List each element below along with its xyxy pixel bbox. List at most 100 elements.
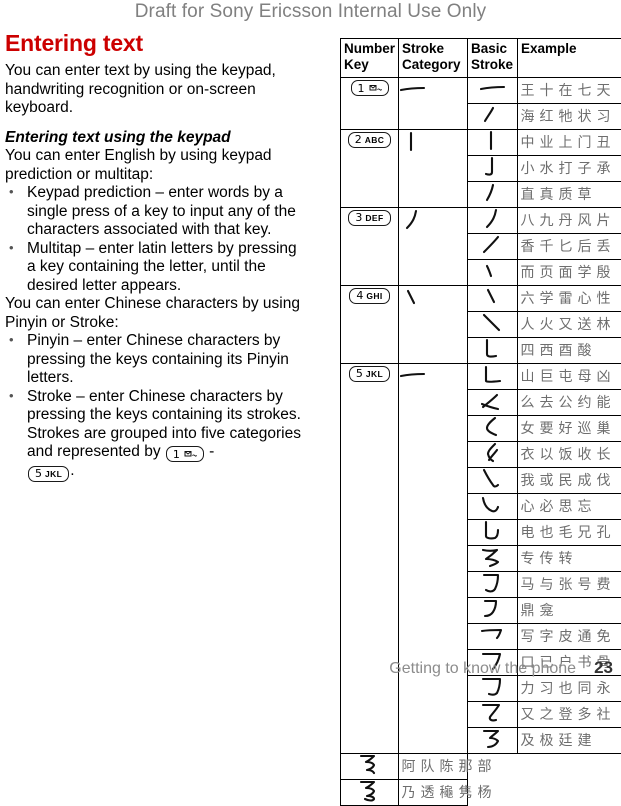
basic-stroke-glyph — [479, 676, 507, 698]
example-character: 性 — [594, 289, 613, 309]
example-character: 与 — [537, 575, 556, 595]
example-character: 丢 — [594, 237, 613, 257]
basic-stroke-glyph — [479, 390, 507, 412]
example-character: 真 — [537, 185, 556, 205]
example-character: 阿 — [399, 757, 418, 777]
keycap-1[interactable]: 1 — [351, 80, 389, 96]
example-character: 巡 — [575, 419, 594, 439]
example-character: 牠 — [556, 107, 575, 127]
example-character: 红 — [537, 107, 556, 127]
cell-basic-stroke — [468, 182, 518, 208]
example-character: 张 — [556, 575, 575, 595]
basic-stroke-glyph — [479, 130, 507, 152]
example-character: 毛 — [556, 523, 575, 543]
cell-number-key: 5JKL — [341, 364, 399, 754]
example-character: 及 — [518, 731, 537, 751]
footer-chapter-name: Getting to know the phone — [389, 660, 576, 677]
stroke-bullet-text-after: . — [70, 462, 74, 479]
example-character: 习 — [537, 679, 556, 699]
cell-basic-stroke — [468, 442, 518, 468]
keycap-number: 4 — [356, 289, 363, 302]
list-item: Multitap – enter latin letters by pressi… — [5, 240, 301, 296]
cell-example-characters: 又之登多社 — [518, 702, 621, 728]
cell-basic-stroke — [468, 520, 518, 546]
cell-example-characters: 八九丹风片 — [518, 208, 621, 234]
example-character: 思 — [556, 497, 575, 517]
cell-example-characters: 写字皮通免 — [518, 624, 621, 650]
table-row: 5JKL山巨屯母凶 — [341, 364, 621, 390]
intro-paragraph: You can enter text by using the keypad, … — [5, 62, 301, 118]
example-character: 西 — [537, 341, 556, 361]
keycap-number: 1 — [173, 448, 180, 461]
example-character: 匕 — [556, 237, 575, 257]
column-header-basic-stroke: Basic Stroke — [468, 39, 518, 78]
example-character: 心 — [518, 497, 537, 517]
example-character: 香 — [518, 237, 537, 257]
example-character: 我 — [518, 471, 537, 491]
example-character: 九 — [537, 211, 556, 231]
cell-example-characters: 四西酉酸 — [518, 338, 621, 364]
cell-stroke-category — [399, 78, 468, 130]
cell-example-characters: 衣以饭收长 — [518, 442, 621, 468]
example-character: 山 — [518, 367, 537, 387]
example-character: 能 — [594, 393, 613, 413]
example-character: 巨 — [537, 367, 556, 387]
basic-stroke-glyph — [479, 546, 507, 568]
list-item: Pinyin – enter Chinese characters by pre… — [5, 332, 301, 388]
basic-stroke-glyph — [479, 312, 507, 334]
cell-example-characters: 女要好巡巢 — [518, 416, 621, 442]
keycap-4[interactable]: 4GHI — [349, 288, 389, 304]
example-character: 么 — [518, 393, 537, 413]
example-character: 那 — [456, 757, 475, 777]
cell-basic-stroke — [468, 78, 518, 104]
cell-basic-stroke — [468, 624, 518, 650]
cell-example-characters: 及极廷建 — [518, 728, 621, 754]
example-character: 同 — [575, 679, 594, 699]
cell-basic-stroke — [341, 780, 399, 806]
cell-stroke-category — [399, 364, 468, 754]
keycap-letters: GHI — [366, 291, 382, 301]
keycap-5[interactable]: 5JKL — [349, 366, 390, 382]
example-character: 部 — [475, 757, 494, 777]
basic-stroke-glyph — [479, 234, 507, 256]
cell-basic-stroke — [468, 130, 518, 156]
latin-input-bullet-list: Keypad prediction – enter words by a sin… — [5, 184, 301, 295]
cell-basic-stroke — [468, 390, 518, 416]
example-character: 孔 — [594, 523, 613, 543]
example-character: 水 — [537, 159, 556, 179]
example-character: 鼎 — [518, 601, 537, 621]
table-header-row: Number Key Stroke Category Basic Stroke … — [341, 39, 621, 78]
cell-stroke-category — [399, 286, 468, 364]
cell-example-characters: 我或民成伐 — [518, 468, 621, 494]
cell-example-characters: 六学雷心性 — [518, 286, 621, 312]
example-character: 片 — [594, 211, 613, 231]
chinese-intro-paragraph: You can enter Chinese characters by usin… — [5, 295, 301, 332]
cell-basic-stroke — [468, 572, 518, 598]
example-character: 中 — [518, 133, 537, 153]
keycap-number: 1 — [358, 82, 365, 95]
cell-example-characters: 力习也同永 — [518, 676, 621, 702]
keycap-letters: JKL — [45, 469, 62, 479]
example-character: 林 — [594, 315, 613, 335]
cell-basic-stroke — [468, 364, 518, 390]
example-character: 电 — [518, 523, 537, 543]
cell-number-key: 3DEF — [341, 208, 399, 286]
keycap-3[interactable]: 3DEF — [348, 210, 390, 226]
example-character: 极 — [537, 731, 556, 751]
column-header-number-key: Number Key — [341, 39, 399, 78]
stroke-bullet-text-before: Stroke – enter Chinese characters by pre… — [27, 388, 301, 461]
cell-basic-stroke — [468, 702, 518, 728]
example-character: 透 — [418, 783, 437, 803]
cell-example-characters: 电也毛兄孔 — [518, 520, 621, 546]
example-character: 又 — [556, 315, 575, 335]
basic-stroke-glyph — [479, 338, 507, 360]
stroke-category-glyph — [399, 365, 427, 387]
example-character: 打 — [556, 159, 575, 179]
stroke-bullet-separator: - — [205, 443, 214, 460]
basic-stroke-glyph — [479, 104, 507, 126]
table-row: 3DEF 八九丹风片 — [341, 208, 621, 234]
keycap-2[interactable]: 2ABC — [348, 132, 392, 148]
cell-basic-stroke — [341, 754, 399, 780]
basic-stroke-glyph — [479, 78, 507, 100]
example-character: 习 — [594, 107, 613, 127]
